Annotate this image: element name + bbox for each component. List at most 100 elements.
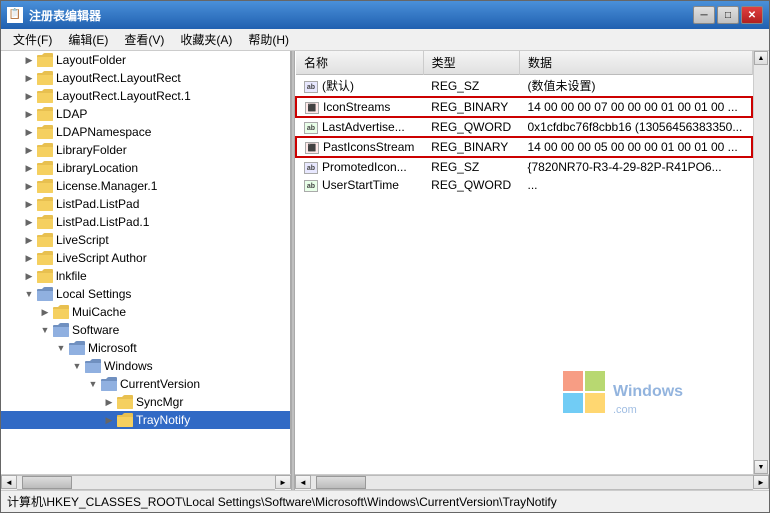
cell-type: REG_QWORD	[423, 176, 519, 194]
main-panels: ▶ LayoutFolder▶ LayoutRect.LayoutRect▶ L…	[1, 51, 769, 490]
tree-expander[interactable]: ▶	[21, 159, 37, 177]
tree-label: License.Manager.1	[56, 179, 157, 193]
menu-favorites[interactable]: 收藏夹(A)	[172, 29, 240, 50]
tree-node-layoutrect.layoutrect[interactable]: ▶ LayoutRect.LayoutRect	[1, 69, 290, 87]
tree-expander[interactable]: ▶	[21, 141, 37, 159]
tree-expander[interactable]: ▶	[37, 303, 53, 321]
tree-label: MuiCache	[72, 305, 126, 319]
tree-expander[interactable]: ▼	[37, 321, 53, 339]
tree-scroll-left[interactable]: ◄	[1, 475, 17, 489]
tree-expander[interactable]: ▶	[101, 411, 117, 429]
close-button[interactable]: ✕	[741, 6, 763, 24]
tree-label: LiveScript Author	[56, 251, 147, 265]
tree-expander[interactable]: ▶	[21, 69, 37, 87]
values-scroll-down[interactable]: ▼	[754, 460, 768, 474]
table-row[interactable]: ab UserStartTime REG_QWORD...	[296, 176, 752, 194]
values-panel-container: 名称 类型 数据 ab(默认)REG_SZ(数值未设置)⬛IconStreams…	[295, 51, 769, 474]
tree-node-traynotify[interactable]: ▶ TrayNotify	[1, 411, 290, 429]
tree-hscrollbar[interactable]: ◄ ►	[1, 474, 291, 490]
tree-expander[interactable]: ▼	[85, 375, 101, 393]
menu-view[interactable]: 查看(V)	[116, 29, 172, 50]
values-vscrollbar[interactable]: ▲ ▼	[753, 51, 769, 474]
reg-name: (默认)	[322, 79, 354, 93]
table-row[interactable]: ⬛IconStreamsREG_BINARY14 00 00 00 07 00 …	[296, 97, 752, 117]
menu-file[interactable]: 文件(F)	[5, 29, 60, 50]
type-icon-ab: ab	[304, 162, 318, 174]
tree-node-listpad.listpad.1[interactable]: ▶ ListPad.ListPad.1	[1, 213, 290, 231]
tree-node-muicache[interactable]: ▶ MuiCache	[1, 303, 290, 321]
tree-hscroll-thumb[interactable]	[22, 476, 72, 489]
tree-expander[interactable]: ▶	[21, 51, 37, 69]
cell-data: 14 00 00 00 07 00 00 00 01 00 01 00 ...	[520, 97, 753, 117]
cell-name: ⬛IconStreams	[296, 97, 423, 117]
tree-expander[interactable]: ▶	[101, 393, 117, 411]
type-icon-qword: ab	[304, 180, 318, 192]
maximize-button[interactable]: □	[717, 6, 739, 24]
tree-label: Microsoft	[88, 341, 137, 355]
values-hscrollbar[interactable]: ◄ ►	[295, 474, 769, 490]
tree-node-windows[interactable]: ▼ Windows	[1, 357, 290, 375]
tree-expander[interactable]: ▶	[21, 177, 37, 195]
col-data: 数据	[520, 51, 753, 75]
menu-help[interactable]: 帮助(H)	[240, 29, 297, 50]
tree-node-software[interactable]: ▼ Software	[1, 321, 290, 339]
cell-data: ...	[520, 176, 753, 194]
title-buttons: ─ □ ✕	[693, 6, 763, 24]
tree-expander[interactable]: ▶	[21, 105, 37, 123]
tree-expander[interactable]: ▼	[69, 357, 85, 375]
tree-label: Windows	[104, 359, 153, 373]
values-scroll-left[interactable]: ◄	[295, 475, 311, 489]
menu-edit[interactable]: 编辑(E)	[60, 29, 116, 50]
tree-scroll-right[interactable]: ►	[275, 475, 291, 489]
tree-expander[interactable]: ▶	[21, 231, 37, 249]
tree-node-currentversion[interactable]: ▼ CurrentVersion	[1, 375, 290, 393]
tree-node-license.manager.1[interactable]: ▶ License.Manager.1	[1, 177, 290, 195]
tree-hscroll-track[interactable]	[17, 475, 275, 490]
tree-node-layoutrect.layoutrect.1[interactable]: ▶ LayoutRect.LayoutRect.1	[1, 87, 290, 105]
tree-node-livescript-author[interactable]: ▶ LiveScript Author	[1, 249, 290, 267]
col-name: 名称	[296, 51, 423, 75]
tree-label: LibraryFolder	[56, 143, 127, 157]
values-scroll-up[interactable]: ▲	[754, 51, 768, 65]
values-scroll-right[interactable]: ►	[753, 475, 769, 489]
tree-expander[interactable]: ▶	[21, 249, 37, 267]
tree-node-livescript[interactable]: ▶ LiveScript	[1, 231, 290, 249]
tree-expander[interactable]: ▶	[21, 123, 37, 141]
tree-expander[interactable]: ▶	[21, 213, 37, 231]
tree-label: TrayNotify	[136, 413, 190, 427]
table-row[interactable]: abPromotedIcon...REG_SZ{7820NR70-R3-4-29…	[296, 157, 752, 176]
tree-node-local-settings[interactable]: ▼ Local Settings	[1, 285, 290, 303]
tree-expander[interactable]: ▶	[21, 267, 37, 285]
minimize-button[interactable]: ─	[693, 6, 715, 24]
values-hscroll-thumb[interactable]	[316, 476, 366, 489]
tree-node-lnkfile[interactable]: ▶ lnkfile	[1, 267, 290, 285]
tree-node-ldap[interactable]: ▶ LDAP	[1, 105, 290, 123]
tree-node-microsoft[interactable]: ▼ Microsoft	[1, 339, 290, 357]
tree-expander[interactable]: ▼	[21, 285, 37, 303]
tree-expander[interactable]: ▶	[21, 195, 37, 213]
cell-type: REG_BINARY	[423, 137, 519, 157]
tree-node-listpad.listpad[interactable]: ▶ ListPad.ListPad	[1, 195, 290, 213]
values-scroll-track[interactable]	[754, 65, 769, 460]
folder-icon	[117, 395, 133, 409]
tree-node-syncmgr[interactable]: ▶ SyncMgr	[1, 393, 290, 411]
table-row[interactable]: ab(默认)REG_SZ(数值未设置)	[296, 75, 752, 98]
tree-node-libraryfolder[interactable]: ▶ LibraryFolder	[1, 141, 290, 159]
values-hscroll-track[interactable]	[311, 475, 753, 490]
tree-expander[interactable]: ▶	[21, 87, 37, 105]
table-row[interactable]: abLastAdvertise...REG_QWORD0x1cfdbc76f8c…	[296, 117, 752, 137]
tree-node-ldapnamespace[interactable]: ▶ LDAPNamespace	[1, 123, 290, 141]
table-row[interactable]: ⬛PastIconsStreamREG_BINARY14 00 00 00 05…	[296, 137, 752, 157]
folder-icon	[117, 413, 133, 427]
values-panel[interactable]: 名称 类型 数据 ab(默认)REG_SZ(数值未设置)⬛IconStreams…	[295, 51, 753, 474]
reg-name: UserStartTime	[322, 178, 399, 192]
type-icon-bin: ⬛	[305, 142, 319, 154]
tree-label: LayoutRect.LayoutRect	[56, 71, 181, 85]
tree-panel[interactable]: ▶ LayoutFolder▶ LayoutRect.LayoutRect▶ L…	[1, 51, 291, 474]
tree-node-layoutfolder[interactable]: ▶ LayoutFolder	[1, 51, 290, 69]
tree-label: LibraryLocation	[56, 161, 138, 175]
tree-expander[interactable]: ▼	[53, 339, 69, 357]
cell-name: ⬛PastIconsStream	[296, 137, 423, 157]
tree-node-librarylocation[interactable]: ▶ LibraryLocation	[1, 159, 290, 177]
folder-icon	[37, 143, 53, 157]
